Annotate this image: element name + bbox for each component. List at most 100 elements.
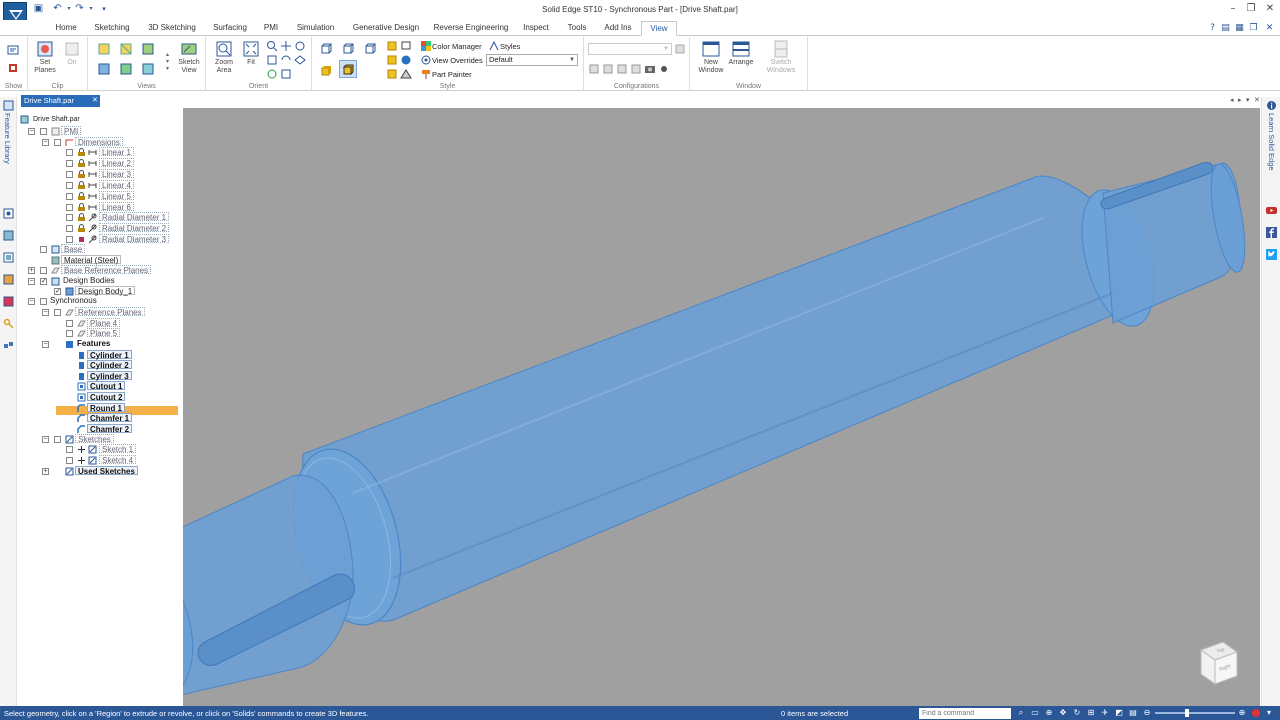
config-camera-icon[interactable] (644, 63, 656, 75)
switch-windows-button[interactable]: Switch Windows (760, 40, 802, 75)
expand-dimensions[interactable]: − (42, 139, 49, 146)
check-dimension-6[interactable] (66, 204, 73, 211)
status-icon-2[interactable]: ▭ (1030, 708, 1040, 718)
check-dimension-1[interactable] (66, 149, 73, 156)
previous-view-icon[interactable] (266, 54, 278, 66)
status-icon-7[interactable]: ✈ (1100, 708, 1110, 718)
set-planes-button[interactable]: Set Planes (32, 40, 58, 75)
tab-add-ins[interactable]: Add Ins (601, 21, 635, 36)
expand-sketches[interactable]: − (42, 436, 49, 443)
check-reference-planes[interactable] (54, 309, 61, 316)
common-views-icon[interactable] (280, 68, 292, 80)
graphics-window[interactable]: Top Right (183, 108, 1260, 706)
tab-tools[interactable]: Tools (563, 21, 591, 36)
tree-item-sketch-4[interactable]: Sketch 4 (99, 455, 137, 465)
youtube-icon[interactable] (1266, 205, 1277, 216)
check-synchronous[interactable] (40, 298, 47, 305)
tree-item-cylinder-2[interactable]: Cylinder 2 (87, 360, 132, 370)
zoom-in-icon[interactable]: ⊕ (1237, 708, 1247, 718)
shaded-edges-selected-bg[interactable] (339, 60, 357, 78)
status-icon-8[interactable]: ◩ (1114, 708, 1124, 718)
expand-synchronous[interactable]: − (28, 298, 35, 305)
assembly-icon[interactable] (3, 340, 14, 351)
wireframe-cube-icon[interactable] (320, 42, 332, 54)
tree-item-features[interactable]: Features (75, 339, 112, 348)
status-icon-1[interactable]: ⌕ (1016, 708, 1026, 718)
tab-generative-design[interactable]: Generative Design (350, 21, 422, 36)
tab-scroll-left-icon[interactable]: ◂ (1230, 96, 1234, 104)
document-tab-close-icon[interactable]: ✕ (92, 95, 100, 107)
check-design-bodies[interactable]: ✓ (40, 278, 47, 285)
views-scroll-icon[interactable]: ▴ ▾ ▾ (166, 51, 169, 72)
tab-simulation[interactable]: Simulation (293, 21, 338, 36)
expand-used-sketches[interactable]: + (42, 468, 49, 475)
spin-about-icon[interactable] (280, 54, 292, 66)
config-save-icon[interactable] (674, 43, 686, 55)
tab-close-icon[interactable]: ✕ (1254, 96, 1260, 104)
check-dimension-9[interactable] (66, 236, 73, 243)
info-icon[interactable] (1266, 100, 1277, 111)
config-icon-3[interactable] (616, 63, 628, 75)
tree-item-design-body[interactable]: Design Body_1 (75, 286, 136, 296)
new-window-button[interactable]: New Window (694, 40, 728, 75)
visible-edges-cube-icon[interactable] (342, 42, 354, 54)
style-shadow-icon[interactable] (386, 54, 398, 66)
shaded-cube-icon[interactable] (320, 64, 332, 76)
tree-item-sketch-1[interactable]: Sketch 1 (99, 444, 137, 454)
tree-item-dimensions[interactable]: Dimensions (75, 137, 123, 147)
check-design-body[interactable]: ✓ (54, 288, 61, 295)
styles-icon[interactable] (488, 40, 500, 52)
engineering-reference-icon[interactable] (3, 296, 14, 307)
document-tab[interactable]: Drive Shaft.par (21, 95, 100, 107)
help-icon[interactable]: ? (1207, 23, 1218, 34)
tree-item-round-1[interactable]: Round 1 (87, 403, 125, 413)
color-manager-label[interactable]: Color Manager (432, 42, 482, 51)
status-icon-5[interactable]: ↻ (1072, 708, 1082, 718)
view-right-icon[interactable] (142, 43, 154, 55)
view-front-icon[interactable] (120, 43, 132, 55)
tree-item-synchronous[interactable]: Synchronous (48, 296, 99, 305)
rotate-icon[interactable] (294, 40, 306, 52)
tree-item-linear-1[interactable]: Linear 1 (99, 147, 134, 157)
tree-item-plane-5[interactable]: Plane 5 (87, 328, 121, 338)
show-tree-icon[interactable] (7, 44, 19, 56)
key-icon[interactable] (3, 318, 14, 329)
check-dimension-8[interactable] (66, 225, 73, 232)
view-trimetric-icon[interactable] (142, 63, 154, 75)
check-base-reference-planes[interactable] (40, 267, 47, 274)
layout-icon[interactable]: ▤ (1220, 23, 1231, 34)
close-doc-icon[interactable]: ✕ (1264, 23, 1275, 34)
expand-pmi[interactable]: − (28, 128, 35, 135)
tree-item-radial-2[interactable]: Radial Diameter 2 (99, 223, 170, 233)
expand-design-bodies[interactable]: − (28, 278, 35, 285)
show-items-icon[interactable] (7, 62, 19, 74)
close-icon[interactable]: ✕ (1262, 2, 1278, 16)
zoom-area-button[interactable]: Zoom Area (212, 40, 236, 75)
tree-item-plane-4[interactable]: Plane 4 (87, 318, 121, 328)
tree-item-design-bodies[interactable]: Design Bodies (61, 276, 117, 285)
tab-list-icon[interactable]: ▾ (1246, 96, 1250, 104)
tree-item-linear-4[interactable]: Linear 4 (99, 180, 134, 190)
parts-library-icon[interactable] (3, 274, 14, 285)
tree-item-used-sketches[interactable]: Used Sketches (75, 466, 138, 476)
view-cube[interactable]: Top Right (1193, 638, 1243, 690)
check-dimension-2[interactable] (66, 160, 73, 167)
tree-item-base-reference-planes[interactable]: Base Reference Planes (61, 265, 152, 275)
expand-features[interactable]: − (42, 341, 49, 348)
view-dimetric-icon[interactable] (120, 63, 132, 75)
tab-view[interactable]: View (641, 21, 677, 36)
style-gold-cube-icon[interactable] (386, 40, 398, 52)
styles-label[interactable]: Styles (500, 42, 520, 51)
tab-pmi[interactable]: PMI (262, 21, 280, 36)
tab-inspect[interactable]: Inspect (520, 21, 552, 36)
sketch-rotate-icon[interactable] (266, 68, 278, 80)
pathfinder-tab-icon[interactable] (3, 100, 14, 111)
drive-shaft-model[interactable] (183, 108, 1260, 706)
config-icon-6[interactable] (658, 63, 670, 75)
tree-item-reference-planes[interactable]: Reference Planes (75, 307, 145, 317)
status-icon-6[interactable]: ⊞ (1086, 708, 1096, 718)
tree-item-cylinder-3[interactable]: Cylinder 3 (87, 371, 132, 381)
view-overrides-select[interactable]: Default ▼ (486, 54, 578, 66)
learn-solid-edge-tab[interactable]: Learn Solid Edge (1267, 113, 1276, 171)
tree-item-cutout-1[interactable]: Cutout 1 (87, 381, 126, 391)
